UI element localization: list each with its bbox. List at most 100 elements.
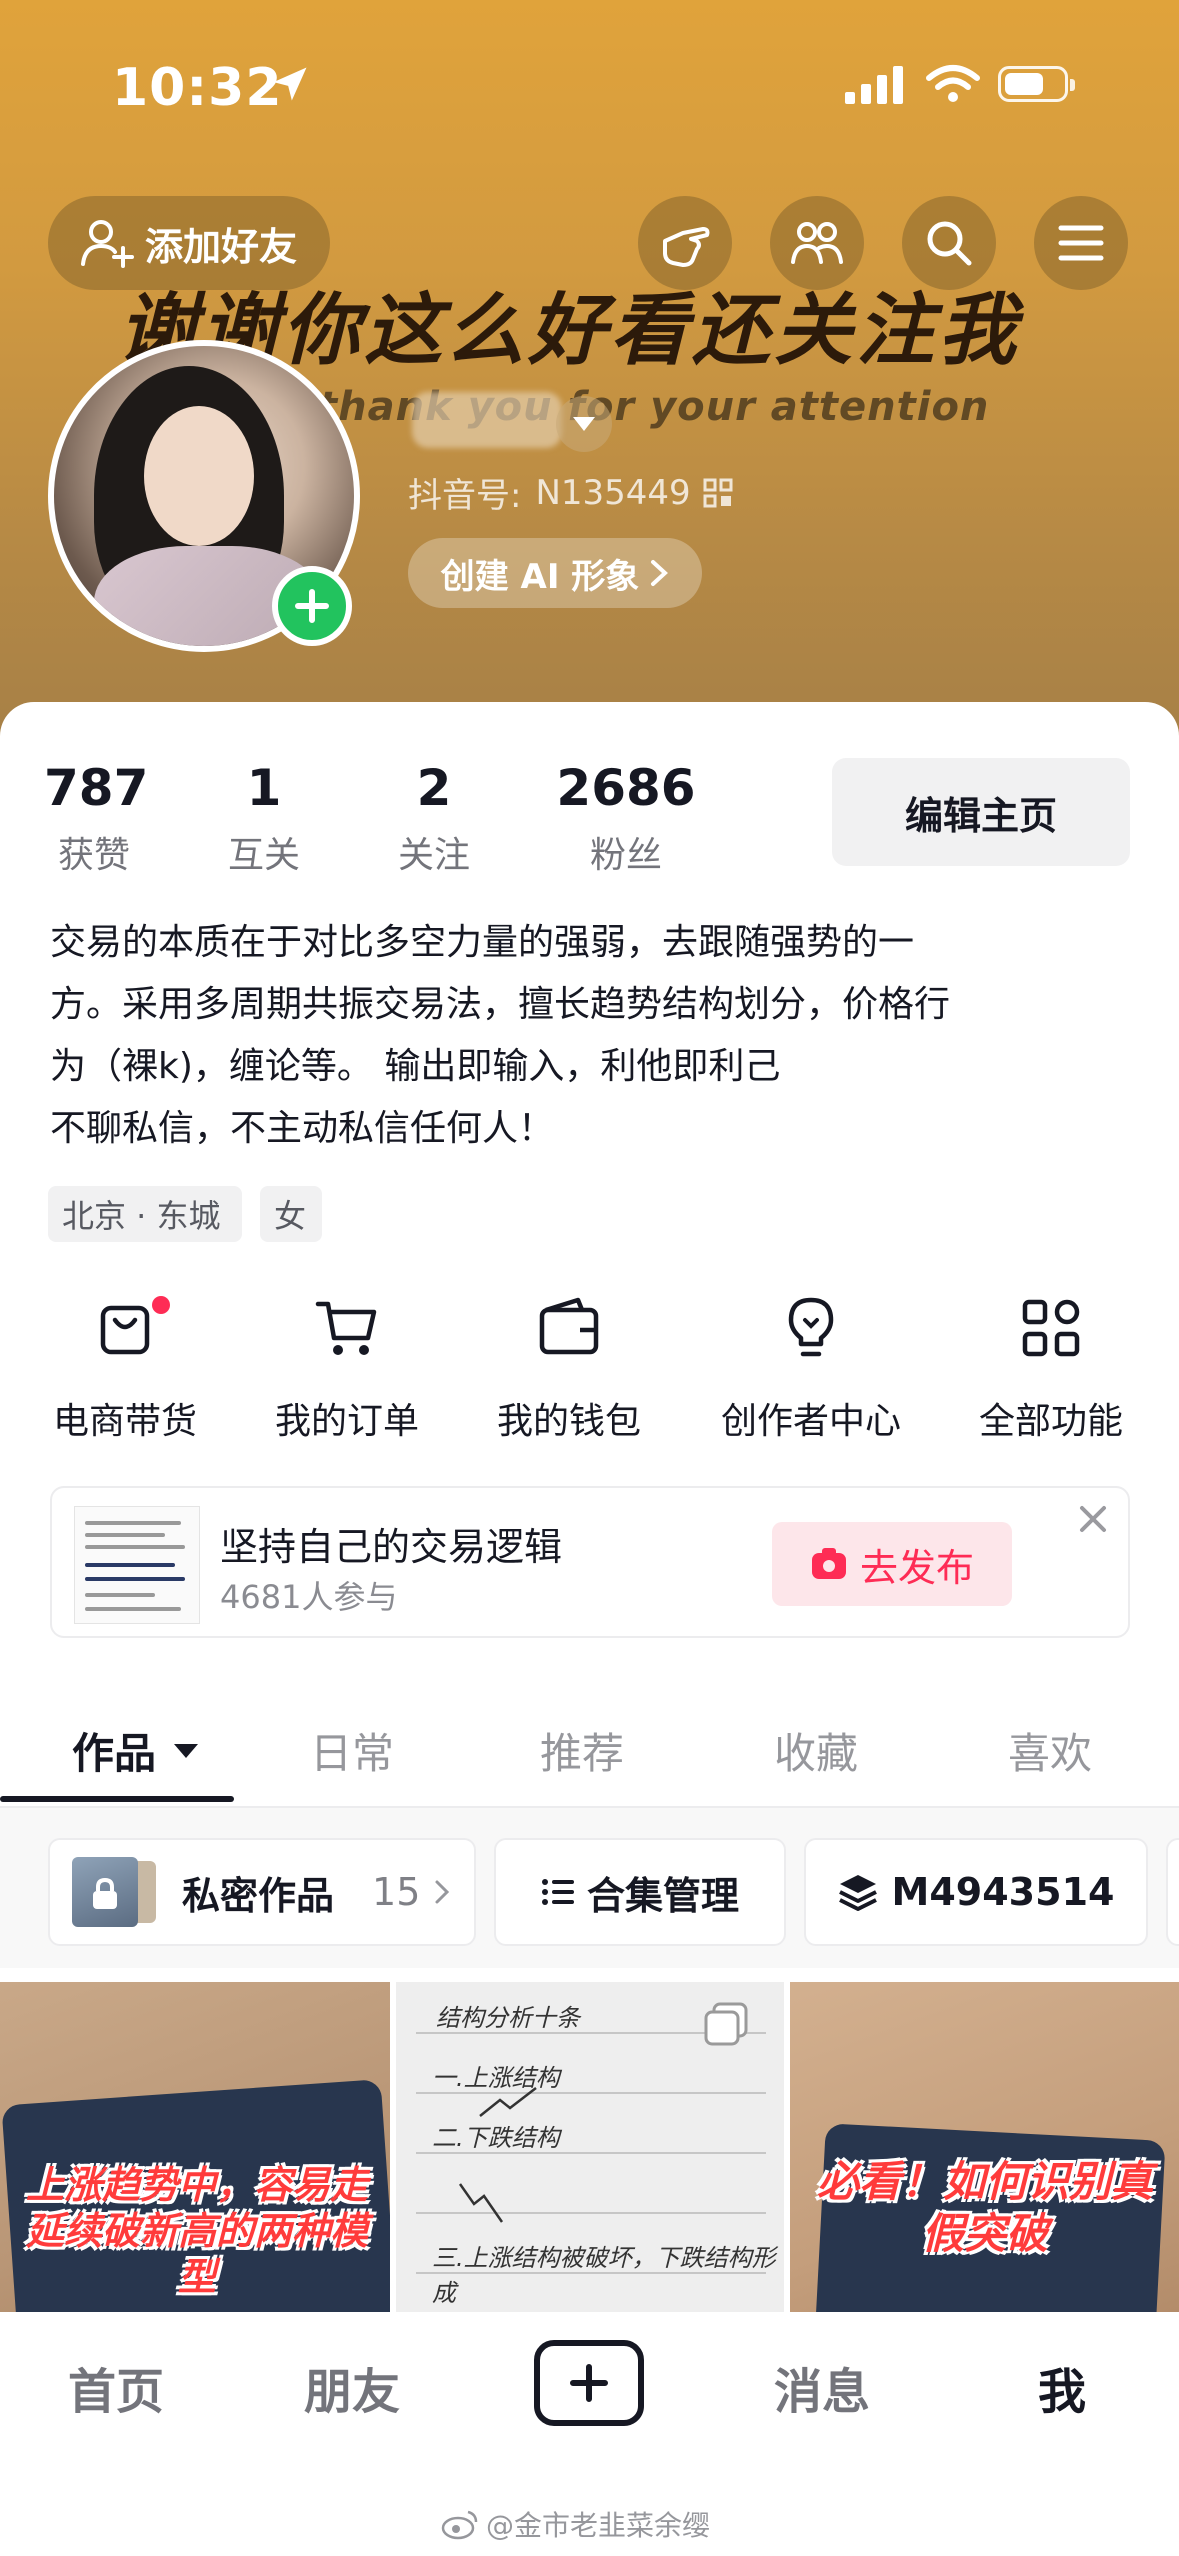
private-thumbs <box>72 1857 160 1927</box>
bio-line: 交易的本质在于对比多空力量的强弱，去跟随强势的一 <box>50 922 915 963</box>
add-user-icon <box>80 220 134 268</box>
note-line: 三.上涨结构被破坏，下跌结构形成 <box>432 2244 776 2307</box>
notification-dot <box>152 1296 170 1314</box>
video-caption: 必看！如何识别真假突破 <box>816 2157 1153 2258</box>
bio-line: 为（裸k)，缠论等。 输出即输入，利他即利己 <box>50 1046 781 1087</box>
watermark: @金市老韭菜余缨 <box>440 2504 710 2544</box>
gender-tag: 女 <box>260 1186 322 1242</box>
caret-down-icon <box>174 1743 199 1758</box>
bio-line: 不聊私信，不主动私信任何人！ <box>50 1108 555 1149</box>
tab-daily[interactable]: 日常 <box>310 1720 394 1781</box>
stat-mutual[interactable]: 1 互关 <box>214 758 314 878</box>
nav-me[interactable]: 我 <box>1038 2352 1086 2422</box>
create-ai-label: 创建 AI 形象 <box>440 556 640 597</box>
tab-likes[interactable]: 喜欢 <box>1008 1720 1092 1781</box>
camera-icon <box>811 1548 846 1579</box>
qr-code-icon <box>703 478 733 507</box>
func-all-features[interactable]: 全部功能 <box>966 1296 1136 1444</box>
func-label: 电商带货 <box>52 1401 197 1442</box>
collection-manage-label: 合集管理 <box>586 1873 739 1918</box>
profile-header: 10:32 添加好友 谢谢你这么好看还关注我 thank you for you… <box>0 0 1179 760</box>
video-grid: 上涨趋势中，容易走延续破新高的两种模型 结构分析十条 一.上涨结构 二.下跌结构… <box>0 1982 1179 2312</box>
battery-icon <box>998 66 1075 102</box>
create-ai-avatar-button[interactable]: 创建 AI 形象 <box>408 538 702 608</box>
lightbulb-icon <box>788 1297 834 1357</box>
tab-favorites[interactable]: 收藏 <box>774 1720 858 1781</box>
stat-value: 787 <box>44 759 149 817</box>
note-line: 结构分析十条 <box>436 2004 580 2032</box>
plus-icon <box>295 589 329 623</box>
stat-value: 2 <box>416 759 452 817</box>
nav-friends[interactable]: 朋友 <box>304 2352 400 2422</box>
stat-followers[interactable]: 2686 粉丝 <box>556 758 696 878</box>
video-thumbnail[interactable]: 结构分析十条 一.上涨结构 二.下跌结构 三.上涨结构被破坏，下跌结构形成 <box>396 1982 784 2312</box>
people-icon <box>791 222 843 264</box>
stat-following[interactable]: 2 关注 <box>384 758 484 878</box>
active-tab-indicator <box>0 1796 234 1802</box>
topic-card[interactable]: 坚持自己的交易逻辑 4681人参与 去发布 <box>50 1486 1130 1638</box>
bio: 交易的本质在于对比多空力量的强弱，去跟随强势的一 方。采用多周期共振交易法，擅长… <box>50 912 1130 1160</box>
grid-icon <box>1022 1299 1080 1357</box>
search-icon <box>927 221 972 266</box>
tab-works[interactable]: 作品 <box>72 1720 200 1781</box>
stat-label: 粉丝 <box>589 835 662 876</box>
location-arrow-icon <box>273 67 307 101</box>
cart-icon <box>315 1301 377 1355</box>
collection-manage-chip[interactable]: 合集管理 <box>494 1838 786 1946</box>
chevron-right-icon <box>435 1880 450 1904</box>
bio-line: 方。采用多周期共振交易法，擅长趋势结构划分，价格行 <box>50 984 951 1025</box>
multi-image-icon <box>704 2002 748 2046</box>
stat-label: 互关 <box>227 835 300 876</box>
shopping-bag-icon <box>100 1305 150 1355</box>
collection-code-label: M4943514 <box>891 1870 1115 1914</box>
edit-profile-button[interactable]: 编辑主页 <box>832 758 1130 866</box>
publish-button[interactable]: 去发布 <box>772 1522 1012 1606</box>
nav-home[interactable]: 首页 <box>68 2352 164 2422</box>
stat-likes[interactable]: 787 获赞 <box>44 758 149 878</box>
tab-label: 作品 <box>72 1729 157 1778</box>
plus-icon <box>570 2364 608 2402</box>
video-thumbnail[interactable]: 必看！如何识别真假突破 <box>790 1982 1179 2312</box>
menu-button[interactable] <box>1034 196 1128 290</box>
nav-create-button[interactable] <box>534 2340 644 2426</box>
func-label: 创作者中心 <box>720 1401 901 1442</box>
func-orders[interactable]: 我的订单 <box>262 1296 432 1444</box>
more-chip[interactable] <box>1166 1838 1179 1946</box>
video-caption: 上涨趋势中，容易走延续破新高的两种模型 <box>25 2163 368 2299</box>
layers-icon <box>838 1875 877 1911</box>
lock-icon <box>93 1877 117 1909</box>
douyin-id[interactable]: 抖音号: N135449 <box>408 468 733 517</box>
tab-recommended[interactable]: 推荐 <box>540 1720 624 1781</box>
stat-label: 获赞 <box>57 835 130 876</box>
douyin-id-label: 抖音号: <box>408 476 522 516</box>
douyin-id-value: N135449 <box>535 472 691 513</box>
private-works-label: 私密作品 <box>182 1873 335 1918</box>
func-wallet[interactable]: 我的钱包 <box>484 1296 654 1444</box>
status-bar: 10:32 <box>0 0 1179 170</box>
video-thumbnail[interactable]: 上涨趋势中，容易走延续破新高的两种模型 <box>0 1982 390 2312</box>
func-ecommerce[interactable]: 电商带货 <box>40 1296 210 1444</box>
sketch-stroke <box>458 2183 504 2223</box>
add-story-button[interactable] <box>272 566 352 646</box>
list-icon <box>541 1879 574 1905</box>
status-time: 10:32 <box>112 58 283 118</box>
topic-thumbnail <box>74 1506 200 1624</box>
close-icon[interactable] <box>1076 1502 1110 1536</box>
wifi-icon <box>926 65 980 102</box>
func-creator-center[interactable]: 创作者中心 <box>706 1296 916 1444</box>
location-tag: 北京 · 东城 <box>48 1186 242 1242</box>
stat-value: 2686 <box>556 759 696 817</box>
chevron-down-icon <box>573 417 595 431</box>
func-label: 全部功能 <box>978 1401 1123 1442</box>
private-works-chip[interactable]: 私密作品 15 <box>48 1838 476 1946</box>
cellular-signal-icon <box>845 66 903 104</box>
topic-participants: 4681人参与 <box>220 1578 398 1616</box>
collection-code-chip[interactable]: M4943514 <box>804 1838 1148 1946</box>
stat-label: 关注 <box>397 835 470 876</box>
content-tabs: 作品 日常 推荐 收藏 喜欢 <box>0 1706 1179 1808</box>
account-switch-button[interactable] <box>556 396 612 452</box>
weibo-logo-icon <box>441 2510 478 2540</box>
nav-messages[interactable]: 消息 <box>774 2352 870 2422</box>
hand-pointer-icon <box>663 227 710 267</box>
private-works-count: 15 <box>372 1870 421 1914</box>
